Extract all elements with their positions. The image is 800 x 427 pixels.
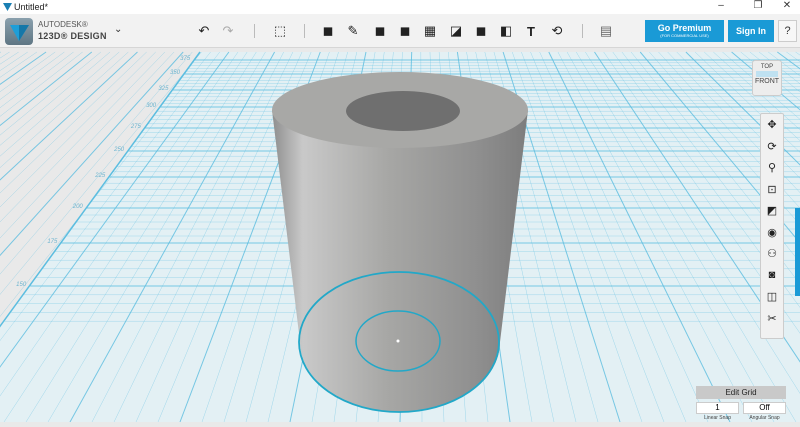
grid-label: 325 bbox=[158, 86, 169, 92]
measure-button[interactable]: ◧ bbox=[497, 22, 515, 40]
grid-label: 150 bbox=[16, 282, 27, 288]
modify-button[interactable]: ◼ bbox=[396, 22, 414, 40]
app-logo[interactable] bbox=[5, 18, 33, 45]
cylinder-hole bbox=[346, 91, 460, 131]
primitives-button[interactable]: ◼ bbox=[319, 22, 337, 40]
cylinder-body bbox=[272, 110, 528, 412]
sketch-button[interactable]: ✎ bbox=[344, 22, 362, 40]
close-button[interactable]: ✕ bbox=[776, 0, 798, 11]
go-premium-button[interactable]: Go Premium (FOR COMMERCIAL USE) bbox=[645, 20, 724, 42]
side-panel-handle[interactable] bbox=[795, 208, 800, 296]
orbit-icon[interactable]: ⟳ bbox=[761, 136, 783, 158]
import-button[interactable]: ⬚ bbox=[271, 22, 289, 40]
material-button[interactable]: ▤ bbox=[597, 22, 615, 40]
text-button[interactable]: T bbox=[522, 22, 540, 40]
snap-tool-icon[interactable]: ✂ bbox=[761, 308, 783, 330]
navigation-bar: ✥ ⟳ ⚲ ⊡ ◩ ◉ ⚇ ◙ ◫ ✂ bbox=[760, 113, 784, 339]
snap-button[interactable]: ⟲ bbox=[548, 22, 566, 40]
grid-label: 200 bbox=[72, 204, 84, 210]
go-premium-label: Go Premium bbox=[645, 23, 724, 33]
scene-canvas[interactable]: 375 350 325 300 275 250 225 200 175 150 bbox=[0, 49, 800, 422]
grid-label: 300 bbox=[146, 103, 157, 109]
grid-label: 275 bbox=[130, 124, 142, 130]
screenshot-icon[interactable]: ◙ bbox=[761, 265, 783, 287]
restore-button[interactable]: ❐ bbox=[747, 0, 769, 11]
selection-icon[interactable]: ◫ bbox=[761, 286, 783, 308]
angular-snap-label: Angular Snap bbox=[743, 415, 786, 421]
title-bar: Untitled* – ❐ ✕ bbox=[0, 0, 800, 14]
center-point bbox=[397, 340, 400, 343]
grid-label: 375 bbox=[180, 56, 191, 62]
sign-in-button[interactable]: Sign In bbox=[728, 20, 774, 42]
redo-button[interactable]: ↷ bbox=[219, 22, 237, 40]
brand-autodesk: AUTODESK® bbox=[38, 20, 88, 29]
minimize-button[interactable]: – bbox=[710, 0, 732, 11]
view-cube-face[interactable] bbox=[756, 71, 778, 77]
combine-button[interactable]: ◼ bbox=[472, 22, 490, 40]
brand-product: 123D® DESIGN bbox=[38, 31, 107, 41]
separator bbox=[304, 24, 305, 38]
linear-snap-field[interactable]: 1 bbox=[696, 402, 739, 414]
logo-icon bbox=[5, 18, 33, 45]
pan-icon[interactable]: ✥ bbox=[761, 114, 783, 136]
3d-viewport[interactable]: 375 350 325 300 275 250 225 200 175 150 bbox=[0, 49, 800, 422]
view-cube-front-label: FRONT bbox=[753, 78, 781, 85]
visibility-icon[interactable]: ◉ bbox=[761, 222, 783, 244]
edit-grid-button[interactable]: Edit Grid bbox=[696, 386, 786, 399]
help-button[interactable]: ? bbox=[778, 20, 797, 42]
zoom-icon[interactable]: ⚲ bbox=[761, 157, 783, 179]
fit-icon[interactable]: ⊡ bbox=[761, 179, 783, 201]
pattern-button[interactable]: ▦ bbox=[421, 22, 439, 40]
go-premium-sublabel: (FOR COMMERCIAL USE) bbox=[645, 33, 724, 38]
undo-button[interactable]: ↶ bbox=[195, 22, 213, 40]
construct-button[interactable]: ◼ bbox=[371, 22, 389, 40]
view-cube-top-label: TOP bbox=[753, 64, 781, 70]
view-mode-icon[interactable]: ◩ bbox=[761, 200, 783, 222]
grid-label: 350 bbox=[170, 70, 181, 76]
grid-label: 175 bbox=[47, 239, 58, 245]
view-cube[interactable]: TOP FRONT bbox=[752, 60, 782, 96]
app-menu-chevron-icon[interactable]: ⌄ bbox=[114, 24, 122, 35]
angular-snap-field[interactable]: Off bbox=[743, 402, 786, 414]
grid-label: 225 bbox=[94, 173, 106, 179]
window-title: Untitled* bbox=[14, 2, 48, 12]
separator bbox=[254, 24, 255, 38]
separator bbox=[582, 24, 583, 38]
edit-grid-panel: Edit Grid 1 Off Linear Snap Angular Snap bbox=[696, 386, 786, 421]
grid-label: 250 bbox=[113, 147, 125, 153]
toolbar: AUTODESK® 123D® DESIGN ⌄ ↶ ↷ ⬚ ◼ ✎ ◼ ◼ ▦… bbox=[0, 14, 800, 48]
grouping-button[interactable]: ◪ bbox=[447, 22, 465, 40]
linear-snap-label: Linear Snap bbox=[696, 415, 739, 421]
materials-icon[interactable]: ⚇ bbox=[761, 243, 783, 265]
app-icon bbox=[3, 3, 12, 11]
